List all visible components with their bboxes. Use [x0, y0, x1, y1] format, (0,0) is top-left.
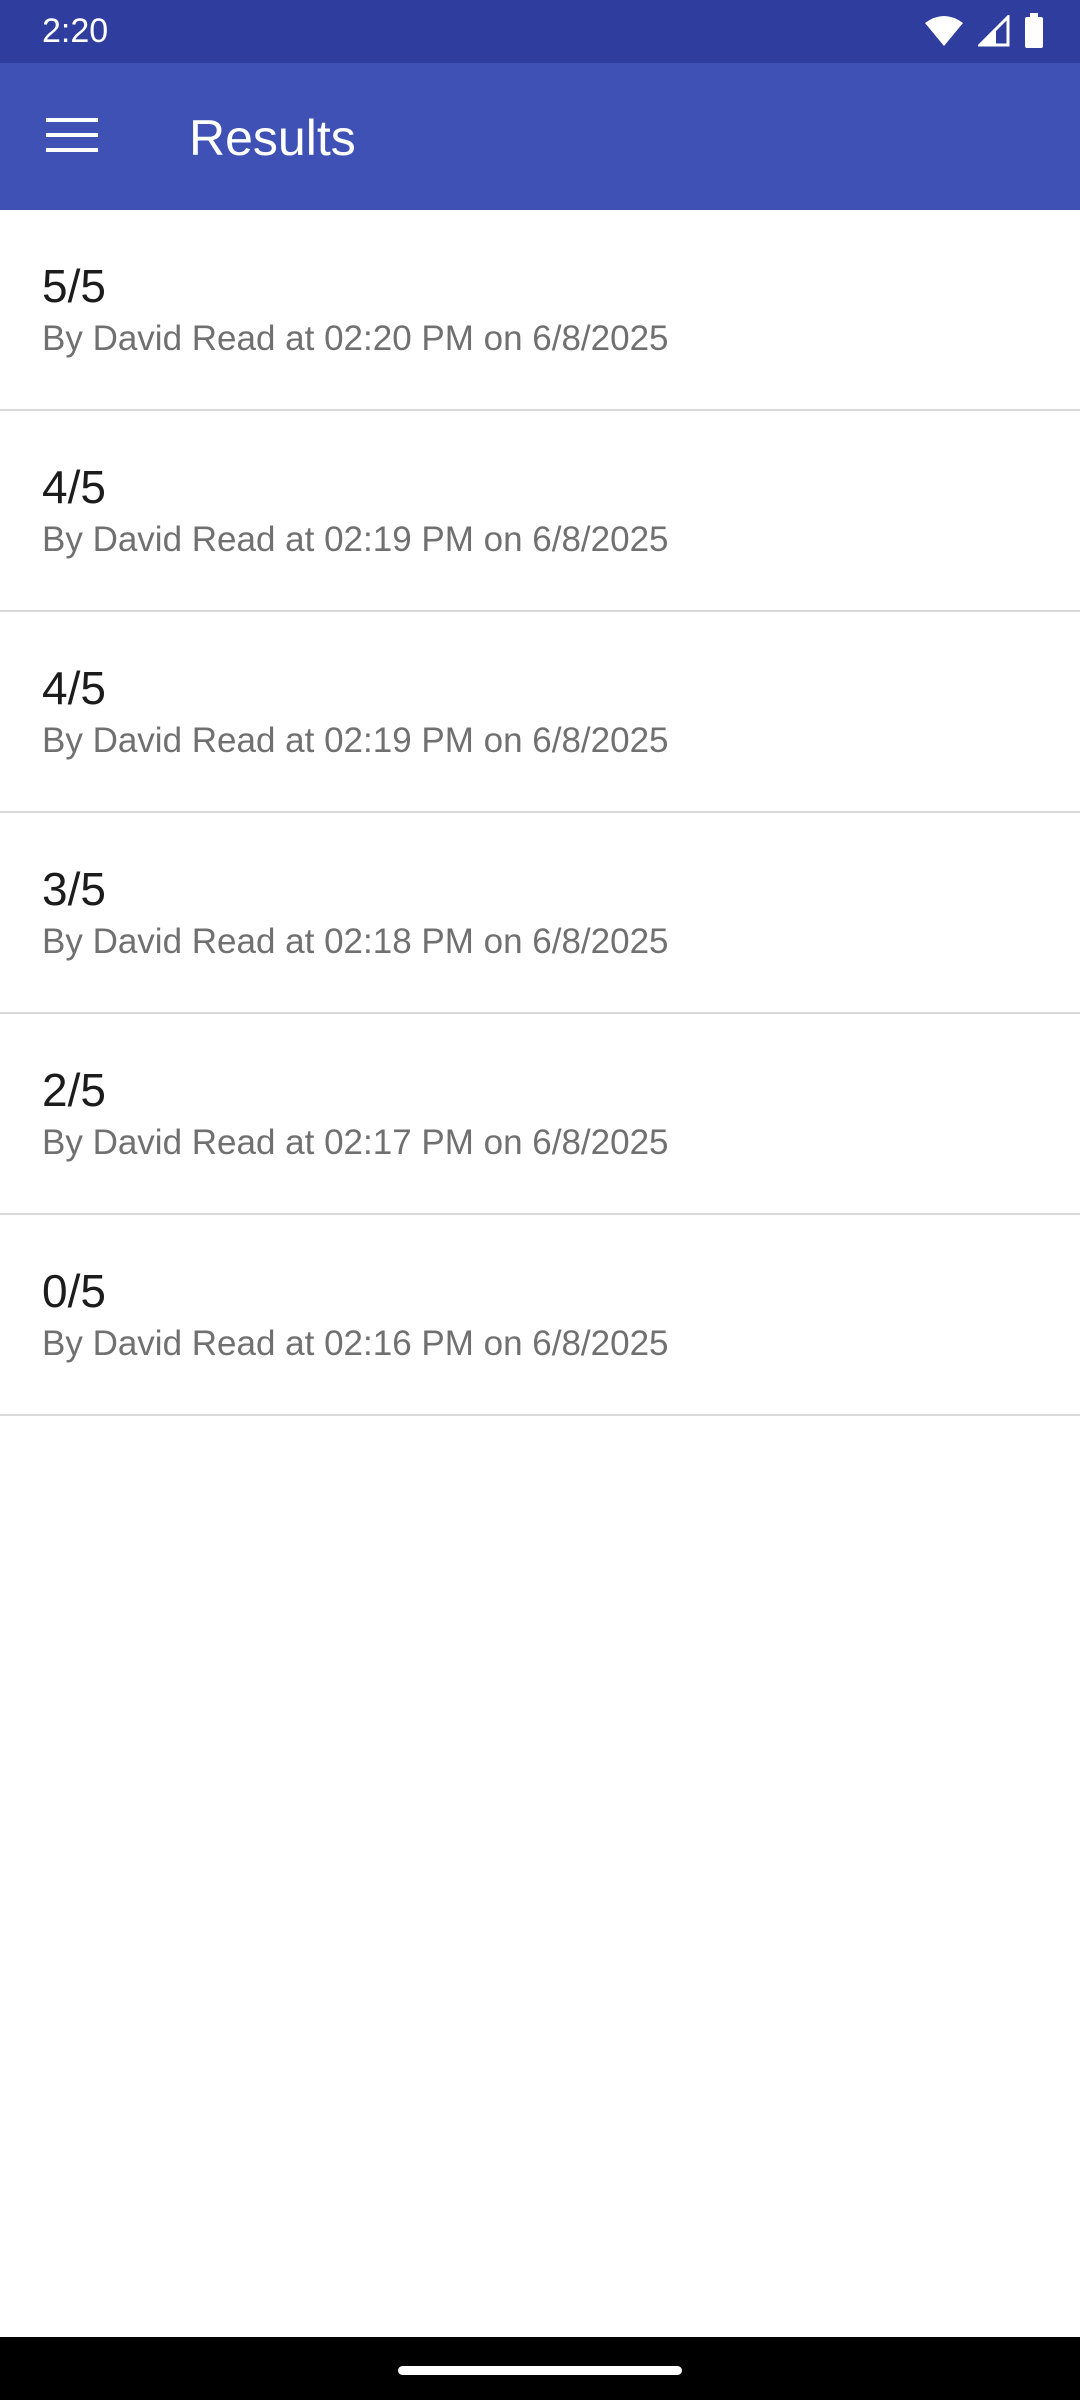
result-score: 4/5 — [42, 662, 106, 714]
status-bar: 2:20 — [0, 0, 1080, 63]
list-item[interactable]: 0/5 By David Read at 02:16 PM on 6/8/202… — [0, 1215, 1080, 1416]
list-item[interactable]: 5/5 By David Read at 02:20 PM on 6/8/202… — [0, 210, 1080, 411]
cellular-signal-icon — [978, 15, 1010, 47]
navigation-bar — [0, 2337, 1080, 2400]
app-bar: Results — [0, 63, 1080, 210]
result-score: 3/5 — [42, 863, 106, 915]
menu-button[interactable] — [24, 101, 120, 173]
result-score: 5/5 — [42, 260, 106, 312]
results-list: 5/5 By David Read at 02:20 PM on 6/8/202… — [0, 210, 1080, 1416]
result-score: 2/5 — [42, 1064, 106, 1116]
result-score: 0/5 — [42, 1265, 106, 1317]
status-time: 2:20 — [42, 12, 109, 50]
list-item[interactable]: 2/5 By David Read at 02:17 PM on 6/8/202… — [0, 1014, 1080, 1215]
list-item[interactable]: 4/5 By David Read at 02:19 PM on 6/8/202… — [0, 612, 1080, 813]
results-screen: 2:20 Results 5/5 By David Read at 02:20 … — [0, 0, 1080, 2400]
list-item[interactable]: 3/5 By David Read at 02:18 PM on 6/8/202… — [0, 813, 1080, 1014]
result-meta: By David Read at 02:16 PM on 6/8/2025 — [42, 1324, 669, 1363]
wifi-icon — [924, 15, 964, 47]
hamburger-menu-icon — [46, 116, 98, 159]
status-icons — [924, 12, 1044, 50]
page-title: Results — [189, 110, 356, 166]
result-meta: By David Read at 02:19 PM on 6/8/2025 — [42, 520, 669, 559]
result-meta: By David Read at 02:19 PM on 6/8/2025 — [42, 721, 669, 760]
list-item[interactable]: 4/5 By David Read at 02:19 PM on 6/8/202… — [0, 411, 1080, 612]
result-meta: By David Read at 02:18 PM on 6/8/2025 — [42, 922, 669, 961]
result-score: 4/5 — [42, 461, 106, 513]
result-meta: By David Read at 02:17 PM on 6/8/2025 — [42, 1123, 669, 1162]
result-meta: By David Read at 02:20 PM on 6/8/2025 — [42, 319, 669, 358]
home-gesture-handle[interactable] — [398, 2366, 682, 2375]
battery-icon — [1024, 13, 1044, 49]
